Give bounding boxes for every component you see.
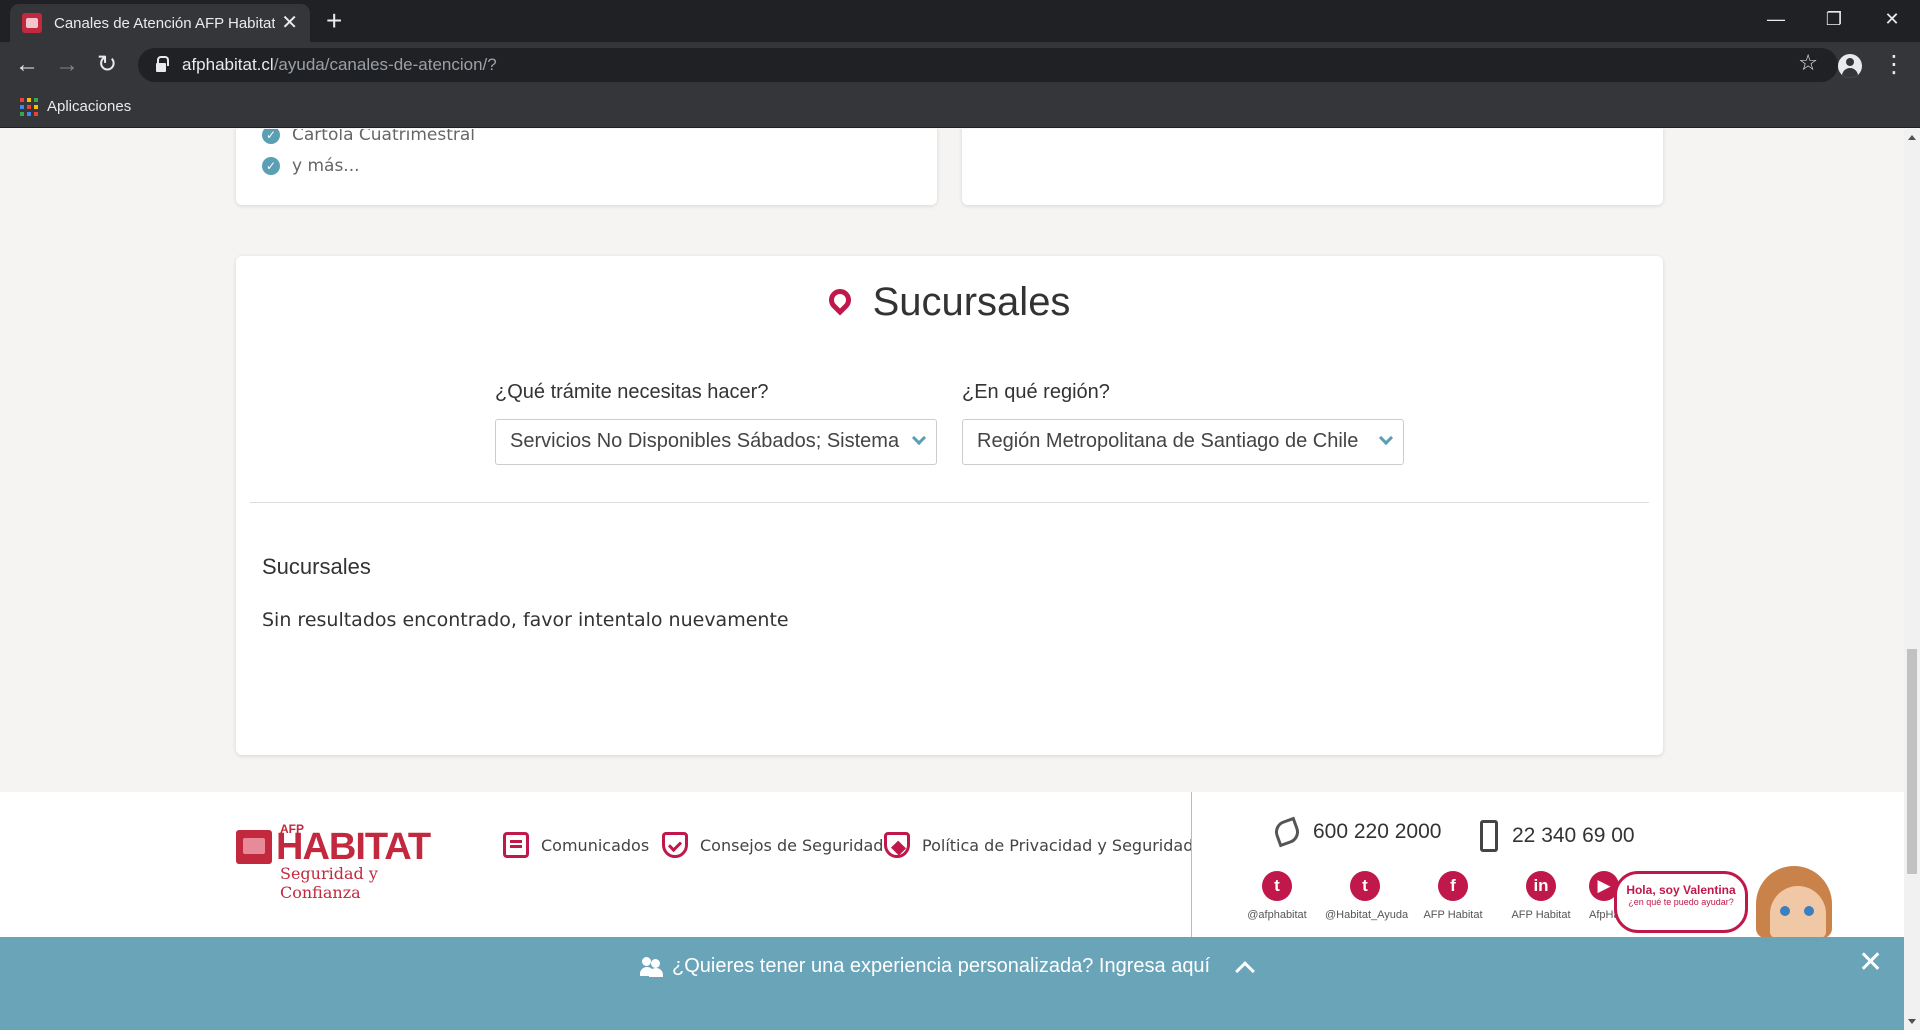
tab-title: Canales de Atención AFP Habitat	[54, 14, 276, 32]
bookmark-apps-link[interactable]: Aplicaciones	[47, 98, 131, 115]
restore-icon[interactable]: ❐	[1814, 4, 1854, 34]
social-label: @Habitat_Ayuda	[1325, 909, 1409, 921]
url-host: afphabitat.cl	[182, 55, 274, 74]
apps-grid-icon[interactable]	[20, 98, 38, 116]
new-tab-icon[interactable]: +	[326, 6, 342, 36]
address-bar[interactable]: afphabitat.cl/ayuda/canales-de-atencion/…	[138, 48, 1838, 82]
sucursales-heading: Sucursales	[236, 280, 1663, 325]
region-select[interactable]: Región Metropolitana de Santiago de Chil…	[962, 419, 1404, 465]
close-icon[interactable]: ✕	[281, 13, 298, 33]
phone-icon	[1271, 816, 1303, 848]
social-label: AFP Habitat	[1511, 909, 1571, 921]
chat-prompt: ¿en qué te puedo ayudar?	[1628, 897, 1734, 907]
minimize-icon[interactable]: —	[1756, 4, 1796, 34]
chevron-up-icon[interactable]	[1235, 960, 1256, 981]
comunicados-link[interactable]: Comunicados	[503, 832, 649, 858]
habitat-logo-icon	[236, 830, 272, 864]
logo-tagline: Seguridad y Confianza	[280, 864, 378, 902]
section-title: Sucursales	[872, 280, 1071, 324]
phone-landline-number: 600 220 2000	[1313, 820, 1442, 843]
social-twitter-afphabitat[interactable]: t @afphabitat	[1237, 871, 1317, 921]
list-item: ✓ Cartola Cuatrimestral	[262, 129, 475, 145]
forward-icon[interactable]: →	[52, 50, 82, 80]
personalization-banner: ¿Quieres tener una experiencia personali…	[0, 937, 1904, 1030]
region-label: ¿En qué región?	[962, 381, 1110, 403]
facebook-icon: f	[1438, 871, 1468, 901]
browser-titlebar: Canales de Atención AFP Habitat ✕ + — ❐ …	[0, 0, 1920, 42]
results-message: Sin resultados encontrado, favor intenta…	[262, 609, 789, 631]
footer-link-label: Comunicados	[541, 835, 650, 855]
social-label: @afphabitat	[1247, 909, 1307, 921]
social-twitter-ayuda[interactable]: t @Habitat_Ayuda	[1325, 871, 1409, 921]
phone-mobile-number: 22 340 69 00	[1512, 824, 1635, 847]
personalization-text: ¿Quieres tener una experiencia personali…	[672, 955, 1211, 977]
consejos-seguridad-link[interactable]: Consejos de Seguridad	[662, 832, 883, 858]
tramite-label: ¿Qué trámite necesitas hacer?	[495, 381, 769, 403]
scroll-thumb[interactable]	[1907, 649, 1917, 874]
kebab-menu-icon[interactable]: ⋮	[1882, 50, 1906, 80]
linkedin-icon: in	[1526, 871, 1556, 901]
lock-icon	[156, 56, 169, 72]
list-item-label: Cartola Cuatrimestral	[292, 129, 475, 145]
users-icon	[640, 956, 666, 977]
browser-tab[interactable]: Canales de Atención AFP Habitat ✕	[10, 4, 310, 42]
results-title: Sucursales	[262, 554, 371, 579]
social-facebook[interactable]: f AFP Habitat	[1413, 871, 1493, 921]
twitter-icon: t	[1262, 871, 1292, 901]
sucursales-card: Sucursales ¿Qué trámite necesitas hacer?…	[236, 256, 1663, 755]
footer-divider	[1191, 792, 1192, 942]
page-scrollbar[interactable]	[1904, 129, 1920, 1030]
personalization-link[interactable]: ¿Quieres tener una experiencia personali…	[640, 955, 1256, 981]
logo-name-text: HABITAT	[276, 826, 431, 868]
info-card	[962, 129, 1663, 205]
list-item: ✓ y más...	[262, 156, 360, 176]
list-item-label: y más...	[292, 156, 360, 176]
bookmarks-bar: Aplicaciones	[0, 88, 1920, 128]
social-label: AFP Habitat	[1423, 909, 1483, 921]
phone-mobile[interactable]: 22 340 69 00	[1480, 820, 1635, 852]
region-selected-value: Región Metropolitana de Santiago de Chil…	[977, 430, 1359, 452]
shield-lock-icon	[884, 832, 910, 858]
chatbot-avatar[interactable]	[1748, 862, 1858, 938]
social-linkedin[interactable]: in AFP Habitat	[1501, 871, 1581, 921]
twitter-icon: t	[1350, 871, 1380, 901]
profile-icon[interactable]	[1838, 54, 1862, 78]
reload-icon[interactable]: ↻	[92, 50, 122, 80]
tramite-select[interactable]: Servicios No Disponibles Sábados; Sistem…	[495, 419, 937, 465]
close-banner-icon[interactable]: ✕	[1858, 945, 1883, 980]
scroll-up-icon[interactable]	[1908, 135, 1916, 140]
footer-link-label: Política de Privacidad y Seguridad	[922, 835, 1194, 855]
chatbot-bubble[interactable]: Hola, soy Valentina ¿en qué te puedo ayu…	[1614, 871, 1748, 933]
mobile-phone-icon	[1480, 820, 1498, 852]
shield-check-icon	[662, 832, 688, 858]
divider	[250, 502, 1649, 503]
phone-landline[interactable]: 600 220 2000	[1271, 816, 1442, 848]
location-pin-icon	[824, 284, 856, 316]
newspaper-icon	[503, 832, 529, 858]
window-close-icon[interactable]: ✕	[1872, 4, 1912, 34]
afp-habitat-logo[interactable]: AFP HABITAT Seguridad y Confianza	[236, 822, 458, 902]
chevron-down-icon	[911, 430, 927, 446]
browser-toolbar: ← → ↻ afphabitat.cl/ayuda/canales-de-ate…	[0, 42, 1920, 88]
chat-greeting: Hola, soy Valentina	[1626, 883, 1736, 897]
footer-link-label: Consejos de Seguridad	[700, 835, 884, 855]
chevron-down-icon	[1378, 430, 1394, 446]
scroll-down-icon[interactable]	[1908, 1019, 1916, 1024]
url-path: /ayuda/canales-de-atencion/?	[273, 55, 497, 74]
afp-favicon-icon	[22, 13, 42, 33]
back-icon[interactable]: ←	[12, 50, 42, 80]
check-circle-icon: ✓	[262, 129, 280, 144]
features-card: ✓ Cartola Cuatrimestral ✓ y más...	[236, 129, 937, 205]
tramite-selected-value: Servicios No Disponibles Sábados; Sistem…	[510, 430, 900, 452]
bookmark-star-icon[interactable]: ☆	[1798, 50, 1818, 76]
check-circle-icon: ✓	[262, 157, 280, 175]
politica-privacidad-link[interactable]: Política de Privacidad y Seguridad	[884, 832, 1193, 858]
